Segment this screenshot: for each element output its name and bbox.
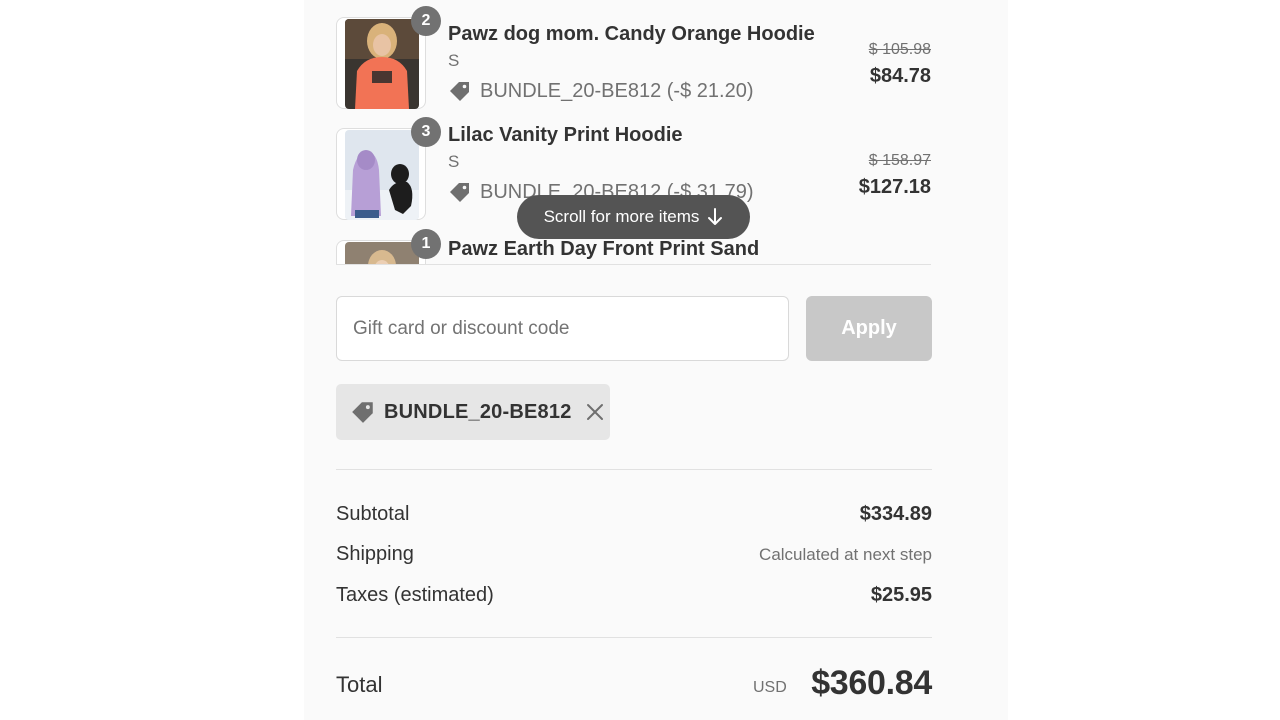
product-image-orange-hoodie — [345, 19, 419, 109]
tag-icon — [448, 180, 472, 204]
applied-discount-code: BUNDLE_20-BE812 — [336, 384, 610, 440]
discounted-price: $127.18 — [858, 176, 931, 198]
product-name: Lilac Vanity Print Hoodie — [448, 124, 683, 146]
product-variant: S — [448, 51, 460, 70]
taxes-label: Taxes (estimated) — [336, 584, 494, 606]
scroll-for-more-items[interactable]: Scroll for more items — [517, 195, 750, 239]
tag-icon — [350, 399, 376, 425]
quantity-badge: 1 — [411, 229, 441, 259]
product-image-lilac-hoodie — [345, 130, 419, 220]
tag-icon — [448, 79, 472, 103]
discounted-price: $84.78 — [869, 65, 931, 87]
discount-code-input[interactable] — [336, 296, 789, 361]
product-discount-label: BUNDLE_20-BE812 (-$ 21.20) — [480, 79, 754, 102]
order-item: 1 Pawz Earth Day Front Print Sand — [336, 229, 931, 264]
total-amount: $360.84 — [811, 664, 932, 702]
total-currency: USD — [753, 679, 787, 696]
quantity-badge: 3 — [411, 117, 441, 147]
original-price: $ 105.98 — [868, 41, 931, 58]
taxes-value: $25.95 — [870, 584, 932, 606]
divider — [336, 637, 932, 638]
quantity-badge: 2 — [411, 6, 441, 36]
applied-code-label: BUNDLE_20-BE812 — [384, 400, 572, 423]
total-label: Total — [336, 672, 383, 697]
product-discount: BUNDLE_20-BE812 (-$ 21.20) — [448, 79, 753, 103]
original-price: $ 158.97 — [868, 152, 931, 169]
product-thumbnail: 2 — [336, 6, 441, 109]
product-name: Pawz dog mom. Candy Orange Hoodie — [448, 23, 815, 45]
scroll-hint-label: Scroll for more items — [543, 207, 700, 226]
divider — [336, 469, 932, 470]
product-image-sand-shirt — [345, 242, 419, 264]
close-icon[interactable] — [586, 403, 604, 421]
arrow-down-icon — [707, 208, 723, 226]
shipping-value: Calculated at next step — [759, 545, 932, 564]
subtotal-label: Subtotal — [336, 503, 410, 525]
product-name: Pawz Earth Day Front Print Sand — [448, 238, 760, 260]
product-variant: S — [448, 152, 460, 171]
product-thumbnail: 1 — [336, 229, 441, 264]
product-thumbnail: 3 — [336, 117, 441, 220]
order-item: 2 Pawz dog mom. Candy Orange Hoodie S BU… — [336, 6, 931, 117]
shipping-label: Shipping — [336, 543, 414, 565]
apply-discount-button[interactable]: Apply — [806, 296, 932, 361]
subtotal-value: $334.89 — [859, 503, 932, 525]
